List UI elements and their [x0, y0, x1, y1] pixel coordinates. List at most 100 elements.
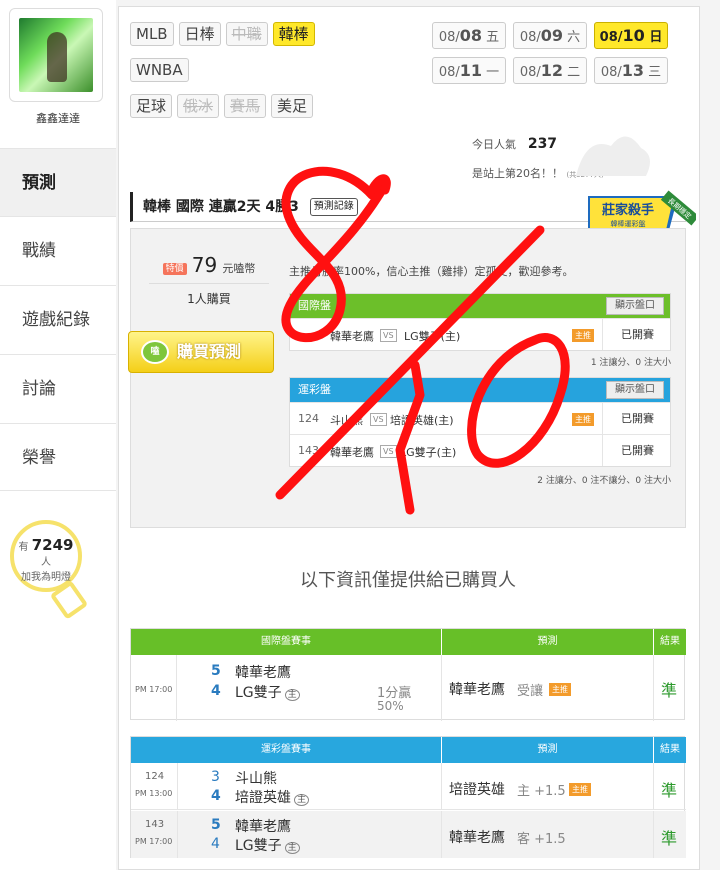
pred-extra: 受讓 [517, 684, 544, 699]
prediction-panel: 特價 79 元嗑幣 1人購買 嗑 購買預測 主推月勝率100%，信心主推（雞排）… [128, 228, 686, 528]
score-away: 3 [211, 769, 220, 785]
sport-tag-nfl[interactable]: 美足 [271, 94, 314, 118]
main-pick-badge: 主推 [549, 683, 571, 696]
nav-item-record[interactable]: 戰績 [0, 216, 116, 284]
date-0810[interactable]: 08/10 日 [594, 22, 668, 49]
home-marker: 主 [294, 794, 310, 806]
line-pct: 50% [377, 699, 404, 713]
intl-market-block: 國際盤 顯示盤口 韓華老鷹 VS LG雙子(主) 主推 已開賽 [289, 293, 671, 351]
sale-tag: 特價 [162, 263, 187, 275]
score-home: 4 [211, 683, 221, 699]
home-marker: 主 [284, 842, 300, 854]
result-mark: 準 [661, 829, 678, 848]
away-team: 斗山熊 [330, 414, 363, 427]
sport-game-row: 124 斗山熊 VS 培證英雄(主) 主推 已開賽 [290, 402, 670, 434]
team-home: 培證英雄主 [235, 787, 310, 807]
svg-text:莊家殺手: 莊家殺手 [602, 202, 654, 218]
intl-away-team: 韓華老鷹 [330, 330, 374, 343]
coin-icon: 嗑 [141, 340, 169, 364]
home-marker: 主 [284, 689, 300, 701]
sport-show-line-button[interactable]: 顯示盤口 [606, 381, 664, 399]
intl-summary: 1 注讓分、0 注大小 [590, 358, 671, 368]
col-result: 結果 [654, 737, 686, 763]
sport-tag-khl: 俄冰 [177, 94, 220, 118]
result-mark: 準 [661, 681, 678, 700]
nav-item-honor[interactable]: 榮譽 [0, 423, 116, 491]
sport-tag-wnba[interactable]: WNBA [130, 58, 189, 82]
sport-tag-mlb[interactable]: MLB [130, 22, 174, 46]
vs-icon: VS [370, 413, 387, 426]
main-pick-badge: 主推 [572, 413, 594, 426]
result-mark: 準 [661, 781, 678, 800]
game-status: 已開賽 [602, 403, 672, 434]
home-team: LG雙子(主) [400, 446, 457, 459]
main-pick-badge: 主推 [572, 329, 594, 342]
team-away: 韓華老鷹 [235, 665, 291, 681]
prediction-record-button[interactable]: 預測記錄 [309, 198, 358, 216]
username: 鑫鑫達達 [36, 112, 80, 125]
home-team: 培證英雄(主) [390, 414, 454, 427]
nav-item-game-log[interactable]: 遊戲紀錄 [0, 285, 116, 353]
pred-extra: 主 +1.5 [517, 784, 566, 799]
price-amount: 79 [191, 253, 218, 277]
score-home: 4 [211, 836, 220, 852]
nav-item-discuss[interactable]: 討論 [0, 354, 116, 422]
sport-result-table: 運彩盤賽事 預測 結果 124 PM 13:00 3 斗山熊 4 培證英雄主 培… [130, 736, 686, 858]
team-home: LG雙子主 [235, 835, 300, 855]
score-away: 5 [211, 817, 221, 833]
away-team: 韓華老鷹 [330, 446, 374, 459]
intl-home-team: LG雙子(主) [404, 330, 461, 343]
sport-game-row: 143 韓華老鷹 VS LG雙子(主) 已開賽 [290, 434, 670, 466]
svg-text:韓棒運彩盤: 韓棒運彩盤 [611, 219, 646, 228]
sport-tag-kbo[interactable]: 韓棒 [272, 22, 315, 46]
col-prediction: 預測 [442, 737, 653, 763]
col-intl-event: 國際盤賽事 [131, 629, 441, 655]
date-0808[interactable]: 08/08 五 [432, 22, 506, 49]
game-id: 124 [145, 771, 165, 782]
game-id: 124 [298, 412, 319, 425]
sport-block-header: 運彩盤 顯示盤口 [290, 378, 670, 402]
sport-market-block: 運彩盤 顯示盤口 124 斗山熊 VS 培證英雄(主) 主推 已開賽 143 韓… [289, 377, 671, 467]
intl-game-status: 已開賽 [602, 319, 672, 350]
date-0812[interactable]: 08/12 二 [513, 57, 587, 84]
sport-tag-soccer[interactable]: 足球 [130, 94, 173, 118]
intl-block-header: 國際盤 顯示盤口 [290, 294, 670, 318]
avatar[interactable] [19, 18, 93, 92]
sport-tag-cpbl: 中職 [225, 22, 268, 46]
game-time: PM 17:00 [135, 837, 173, 846]
avatar-frame[interactable] [9, 8, 103, 102]
team-home: LG雙子主 [235, 682, 300, 702]
date-0809[interactable]: 08/09 六 [513, 22, 587, 49]
vs-icon: VS [380, 329, 397, 342]
table-row: 124 PM 13:00 3 斗山熊 4 培證英雄主 培證英雄 主 +1.5 主… [131, 763, 686, 810]
game-status: 已開賽 [602, 435, 672, 466]
date-0813[interactable]: 08/13 三 [594, 57, 668, 84]
date-0811[interactable]: 08/11 一 [432, 57, 506, 84]
intl-show-line-button[interactable]: 顯示盤口 [606, 297, 664, 315]
score-away: 5 [211, 663, 221, 679]
col-sport-event: 運彩盤賽事 [131, 737, 441, 763]
buyers-count: 1人購買 [149, 283, 269, 307]
col-result: 結果 [654, 629, 686, 655]
game-id: 143 [298, 444, 319, 457]
game-time: PM 17:00 [135, 685, 173, 694]
sport-tags-row1: MLB 日棒 中職 韓棒 [130, 22, 315, 46]
sport-tags-row2: WNBA [130, 58, 189, 82]
team-away: 斗山熊 [235, 771, 277, 787]
team-away: 韓華老鷹 [235, 819, 291, 835]
price-card: 特價 79 元嗑幣 1人購買 [149, 253, 269, 317]
sidebar: 鑫鑫達達 預測 戰績 遊戲紀錄 討論 榮譽 有 7249 人 加我為明燈 [0, 0, 116, 870]
sport-summary: 2 注讓分、0 注不讓分、0 注大小 [537, 476, 671, 486]
nav-item-predict[interactable]: 預測 [0, 148, 116, 216]
table-row: PM 17:00 5 韓華老鷹 4 LG雙子主 1分贏 50% 韓華老鷹 受讓 … [131, 655, 686, 721]
vs-icon: VS [380, 445, 397, 458]
score-home: 4 [211, 788, 221, 804]
prediction-note: 主推月勝率100%，信心主推（雞排）定孤支，歡迎參考。 [289, 265, 574, 278]
intl-result-table: 國際盤賽事 預測 結果 PM 17:00 5 韓華老鷹 4 LG雙子主 1分贏 … [130, 628, 686, 721]
table-row: 143 PM 17:00 5 韓華老鷹 4 LG雙子主 韓華老鷹 客 +1.5 … [131, 811, 686, 858]
buy-button-label: 購買預測 [177, 342, 242, 361]
buy-prediction-button[interactable]: 嗑 購買預測 [128, 331, 274, 373]
sport-tag-npb[interactable]: 日棒 [178, 22, 221, 46]
game-time: PM 13:00 [135, 789, 173, 798]
sport-tags-row3: 足球 俄冰 賽馬 美足 [130, 94, 314, 118]
